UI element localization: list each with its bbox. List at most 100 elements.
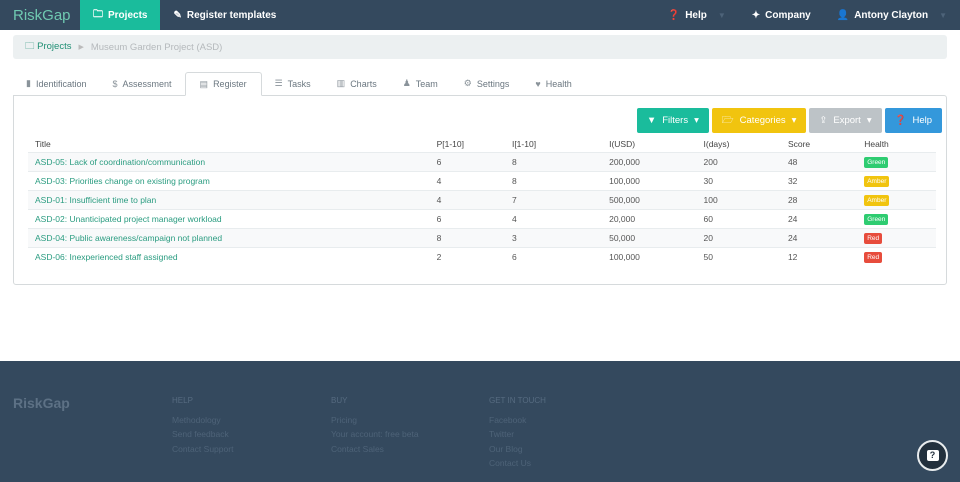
list-icon: ▤ [199,78,209,89]
tab-label: Settings [476,78,510,89]
table-cell: 7 [511,189,610,209]
nav-user[interactable]: 👤 Antony Clayton ▼ [824,0,960,30]
categories-button[interactable]: 🗁 Categories ▾ [711,108,807,133]
table-cell: 20,000 [609,208,704,228]
chat-button[interactable]: ? [917,440,948,471]
filters-button[interactable]: ▼ Filters ▾ [636,108,709,133]
table-cell: 12 [787,246,865,266]
footer-link[interactable]: Your account: free beta [331,427,419,442]
nav-company[interactable]: ✦ Company [739,0,824,30]
nav-help[interactable]: ❓ Help ▼ [655,0,739,30]
tab-health[interactable]: ♥ Health [522,72,584,95]
tab-register[interactable]: ▤ Register [184,72,262,96]
column-header[interactable]: Title [28,136,437,152]
risk-title-link[interactable]: ASD-02: Unanticipated project manager wo… [28,208,437,228]
footer-link[interactable]: Methodology [172,413,233,428]
help-button[interactable]: ❓ Help [884,108,942,133]
table-row[interactable]: ASD-06: Inexperienced staff assigned 2 6 10… [28,246,936,266]
health-cell: Green [864,151,936,171]
button-label: Help [912,115,932,126]
tab-charts[interactable]: ▥ Charts [324,72,390,95]
footer-link[interactable]: Contact Us [489,456,546,471]
question-icon: ❓ [894,115,907,126]
column-header[interactable]: Health [864,136,936,152]
footer-column: GET IN TOUCH Facebook Twitter Our Blog Conta… [489,394,546,471]
table-cell: 2 [436,246,512,266]
health-cell: Amber [864,189,936,209]
breadcrumb-current: Museum Garden Project (ASD) [90,41,223,53]
brand-logo[interactable]: RiskGap [0,7,80,24]
nav-label: Antony Clayton [854,9,929,21]
tab-label: Charts [350,78,377,89]
table-cell: 32 [787,170,865,190]
user-icon: 👤 [836,9,850,21]
table-cell: 8 [511,151,610,171]
nav-label: Company [765,9,811,21]
table-row[interactable]: ASD-02: Unanticipated project manager wo… [28,208,936,228]
user-icon: ♟ [402,78,411,88]
footer: RiskGap HELP Methodology Send feedback Cont… [0,361,960,482]
table-row[interactable]: ASD-04: Public awareness/campaign not pl… [28,227,936,247]
tab-identification[interactable]: ▮ Identification [13,72,100,95]
footer-link[interactable]: Twitter [489,427,546,442]
footer-link[interactable]: Contact Support [172,442,233,457]
tab-assessment[interactable]: $ Assessment [100,72,185,95]
column-header[interactable]: P[1-10] [437,136,512,152]
nav-register-templates[interactable]: ✎ Register templates [160,0,289,30]
table-row[interactable]: ASD-01: Insufficient time to plan 4 7 500,0… [28,189,936,209]
tab-label: Tasks [287,78,311,89]
footer-link[interactable]: Send feedback [172,427,233,442]
column-header[interactable]: I(days) [704,136,788,152]
export-icon: ⇪ [819,115,828,126]
breadcrumb: 🗀 Projects ▶ Museum Garden Project (ASD) [13,35,947,59]
risk-title-link[interactable]: ASD-01: Insufficient time to plan [28,189,437,209]
chat-icon: ? [926,450,939,461]
folder-open-icon: 🗁 [721,114,734,126]
footer-link[interactable]: Pricing [331,413,419,428]
health-cell: Amber [864,170,936,190]
footer-brand: RiskGap [13,395,70,411]
table-cell: 3 [511,227,610,247]
footer-link[interactable]: Our Blog [489,442,546,457]
tab-settings[interactable]: ⚙ Settings [451,72,523,95]
nav-projects[interactable]: 🗀 Projects [80,0,161,30]
table-cell: 50 [703,246,788,266]
footer-link[interactable]: Facebook [489,413,546,428]
bar-chart-icon: ▥ [336,78,346,88]
export-button[interactable]: ⇪ Export ▾ [809,108,882,133]
table-cell: 100,000 [609,246,704,266]
filter-icon: ▼ [646,115,657,126]
table-cell: 48 [787,151,865,171]
health-badge: Amber [864,175,890,187]
tab-team[interactable]: ♟ Team [390,72,451,95]
column-header[interactable]: Score [788,136,864,152]
table-cell: 50,000 [609,227,704,247]
table-cell: 100,000 [609,170,704,190]
breadcrumb-projects[interactable]: 🗀 Projects [25,39,71,55]
table-cell: 6 [511,246,610,266]
column-header[interactable]: I[1-10] [512,136,609,152]
footer-link[interactable]: Contact Sales [331,442,419,457]
table-cell: 8 [436,227,512,247]
tab-label: Register [213,79,247,89]
risk-title-link[interactable]: ASD-05: Lack of coordination/communicati… [28,151,437,171]
risk-title-link[interactable]: ASD-06: Inexperienced staff assigned [28,246,437,266]
tab-label: Team [415,78,438,89]
table-cell: 200 [703,151,788,171]
caret-down-icon: ▾ [791,115,797,126]
table-cell: 4 [511,208,610,228]
table-row[interactable]: ASD-05: Lack of coordination/communicati… [28,151,936,171]
risk-title-link[interactable]: ASD-04: Public awareness/campaign not pl… [28,227,437,247]
column-header[interactable]: I(USD) [609,136,703,152]
health-badge: Amber [864,194,890,206]
sparkle-icon: ✦ [751,9,761,21]
table-row[interactable]: ASD-03: Priorities change on existing pr… [28,170,936,190]
folder-icon: 🗀 [93,8,103,20]
top-navbar: RiskGap 🗀 Projects ✎ Register templates ❓ H… [0,0,960,30]
footer-column: BUY Pricing Your account: free beta Contact… [331,394,419,456]
tab-label: Health [545,78,572,89]
risk-title-link[interactable]: ASD-03: Priorities change on existing pr… [28,170,437,190]
health-badge: Green [864,156,889,168]
tab-tasks[interactable]: ☰ Tasks [262,72,324,95]
table-cell: 28 [787,189,865,209]
